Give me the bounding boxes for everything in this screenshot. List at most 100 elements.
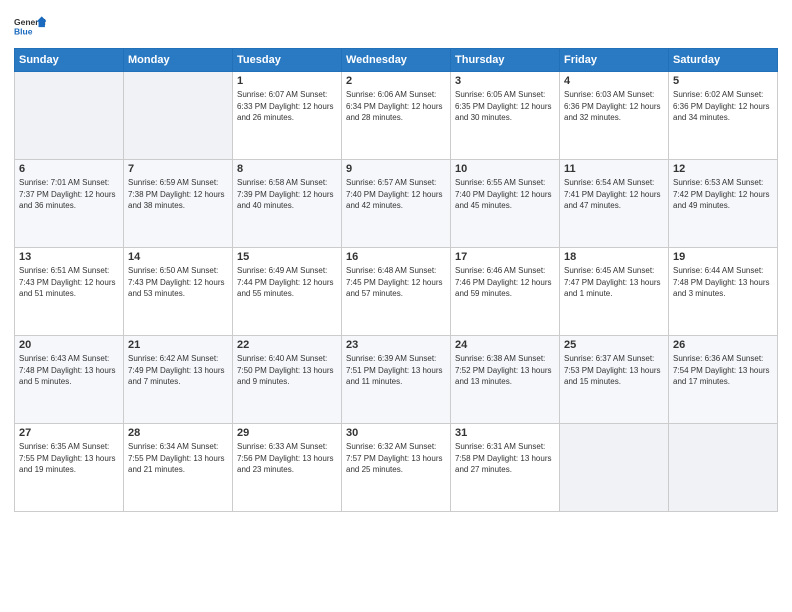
day-header-wednesday: Wednesday [342, 49, 451, 72]
calendar-cell: 15 Sunrise: 6:49 AM Sunset: 7:44 PM Dayli… [233, 248, 342, 336]
logo-svg: General Blue [14, 10, 46, 42]
cell-content: Sunrise: 6:42 AM Sunset: 7:49 PM Dayligh… [128, 353, 228, 388]
cell-content: Sunrise: 6:34 AM Sunset: 7:55 PM Dayligh… [128, 441, 228, 476]
cell-content: Sunrise: 6:37 AM Sunset: 7:53 PM Dayligh… [564, 353, 664, 388]
day-number: 30 [346, 427, 446, 439]
calendar-cell [15, 72, 124, 160]
calendar-cell: 3 Sunrise: 6:05 AM Sunset: 6:35 PM Daylig… [451, 72, 560, 160]
cell-content: Sunrise: 6:55 AM Sunset: 7:40 PM Dayligh… [455, 177, 555, 212]
calendar-cell: 12 Sunrise: 6:53 AM Sunset: 7:42 PM Dayli… [669, 160, 778, 248]
cell-content: Sunrise: 6:06 AM Sunset: 6:34 PM Dayligh… [346, 89, 446, 124]
day-header-saturday: Saturday [669, 49, 778, 72]
calendar-cell: 7 Sunrise: 6:59 AM Sunset: 7:38 PM Daylig… [124, 160, 233, 248]
calendar-cell: 25 Sunrise: 6:37 AM Sunset: 7:53 PM Dayli… [560, 336, 669, 424]
calendar-cell: 21 Sunrise: 6:42 AM Sunset: 7:49 PM Dayli… [124, 336, 233, 424]
calendar-cell: 29 Sunrise: 6:33 AM Sunset: 7:56 PM Dayli… [233, 424, 342, 512]
cell-content: Sunrise: 6:31 AM Sunset: 7:58 PM Dayligh… [455, 441, 555, 476]
day-number: 12 [673, 163, 773, 175]
calendar-week-4: 20 Sunrise: 6:43 AM Sunset: 7:48 PM Dayli… [15, 336, 778, 424]
calendar-cell: 16Sunrise: 6:48 AM Sunset: 7:45 PM Dayli… [342, 248, 451, 336]
calendar-cell: 2 Sunrise: 6:06 AM Sunset: 6:34 PM Daylig… [342, 72, 451, 160]
calendar-cell: 5 Sunrise: 6:02 AM Sunset: 6:36 PM Daylig… [669, 72, 778, 160]
day-number: 2 [346, 75, 446, 87]
cell-content: Sunrise: 6:49 AM Sunset: 7:44 PM Dayligh… [237, 265, 337, 300]
cell-content: Sunrise: 6:54 AM Sunset: 7:41 PM Dayligh… [564, 177, 664, 212]
calendar-cell [669, 424, 778, 512]
day-number: 17 [455, 251, 555, 263]
calendar-cell: 11 Sunrise: 6:54 AM Sunset: 7:41 PM Dayli… [560, 160, 669, 248]
day-header-sunday: Sunday [15, 49, 124, 72]
cell-content: Sunrise: 6:33 AM Sunset: 7:56 PM Dayligh… [237, 441, 337, 476]
day-number: 18 [564, 251, 664, 263]
cell-content: Sunrise: 6:45 AM Sunset: 7:47 PM Dayligh… [564, 265, 664, 300]
day-number: 16 [346, 251, 446, 263]
cell-content: Sunrise: 6:39 AM Sunset: 7:51 PM Dayligh… [346, 353, 446, 388]
calendar-cell: 4Sunrise: 6:03 AM Sunset: 6:36 PM Daylig… [560, 72, 669, 160]
cell-content: Sunrise: 6:05 AM Sunset: 6:35 PM Dayligh… [455, 89, 555, 124]
calendar-cell: 17 Sunrise: 6:46 AM Sunset: 7:46 PM Dayli… [451, 248, 560, 336]
cell-content: Sunrise: 6:32 AM Sunset: 7:57 PM Dayligh… [346, 441, 446, 476]
header: General Blue [14, 10, 778, 42]
day-header-friday: Friday [560, 49, 669, 72]
day-number: 20 [19, 339, 119, 351]
day-number: 7 [128, 163, 228, 175]
calendar-week-5: 27Sunrise: 6:35 AM Sunset: 7:55 PM Dayli… [15, 424, 778, 512]
day-number: 24 [455, 339, 555, 351]
day-number: 25 [564, 339, 664, 351]
day-header-monday: Monday [124, 49, 233, 72]
day-number: 5 [673, 75, 773, 87]
day-number: 15 [237, 251, 337, 263]
day-number: 29 [237, 427, 337, 439]
day-number: 14 [128, 251, 228, 263]
logo: General Blue [14, 10, 46, 42]
svg-text:Blue: Blue [14, 27, 33, 37]
cell-content: Sunrise: 6:44 AM Sunset: 7:48 PM Dayligh… [673, 265, 773, 300]
calendar-cell: 14 Sunrise: 6:50 AM Sunset: 7:43 PM Dayli… [124, 248, 233, 336]
calendar-cell: 6Sunrise: 7:01 AM Sunset: 7:37 PM Daylig… [15, 160, 124, 248]
cell-content: Sunrise: 6:57 AM Sunset: 7:40 PM Dayligh… [346, 177, 446, 212]
cell-content: Sunrise: 6:53 AM Sunset: 7:42 PM Dayligh… [673, 177, 773, 212]
calendar-cell: 20 Sunrise: 6:43 AM Sunset: 7:48 PM Dayli… [15, 336, 124, 424]
calendar-cell: 19 Sunrise: 6:44 AM Sunset: 7:48 PM Dayli… [669, 248, 778, 336]
cell-content: Sunrise: 6:46 AM Sunset: 7:46 PM Dayligh… [455, 265, 555, 300]
day-number: 3 [455, 75, 555, 87]
day-number: 11 [564, 163, 664, 175]
calendar-cell: 9Sunrise: 6:57 AM Sunset: 7:40 PM Daylig… [342, 160, 451, 248]
day-number: 8 [237, 163, 337, 175]
day-header-tuesday: Tuesday [233, 49, 342, 72]
cell-content: Sunrise: 6:51 AM Sunset: 7:43 PM Dayligh… [19, 265, 119, 300]
day-number: 21 [128, 339, 228, 351]
calendar-cell: 27Sunrise: 6:35 AM Sunset: 7:55 PM Dayli… [15, 424, 124, 512]
calendar-cell: 24 Sunrise: 6:38 AM Sunset: 7:52 PM Dayli… [451, 336, 560, 424]
day-number: 28 [128, 427, 228, 439]
calendar-cell: 26Sunrise: 6:36 AM Sunset: 7:54 PM Dayli… [669, 336, 778, 424]
cell-content: Sunrise: 6:03 AM Sunset: 6:36 PM Dayligh… [564, 89, 664, 124]
calendar-cell: 1Sunrise: 6:07 AM Sunset: 6:33 PM Daylig… [233, 72, 342, 160]
page: General Blue SundayMondayTuesdayWednesda… [0, 0, 792, 612]
day-number: 31 [455, 427, 555, 439]
cell-content: Sunrise: 6:36 AM Sunset: 7:54 PM Dayligh… [673, 353, 773, 388]
calendar: SundayMondayTuesdayWednesdayThursdayFrid… [14, 48, 778, 512]
calendar-body: 1Sunrise: 6:07 AM Sunset: 6:33 PM Daylig… [15, 72, 778, 512]
cell-content: Sunrise: 6:50 AM Sunset: 7:43 PM Dayligh… [128, 265, 228, 300]
day-number: 23 [346, 339, 446, 351]
calendar-cell: 10Sunrise: 6:55 AM Sunset: 7:40 PM Dayli… [451, 160, 560, 248]
calendar-cell: 30 Sunrise: 6:32 AM Sunset: 7:57 PM Dayli… [342, 424, 451, 512]
cell-content: Sunrise: 6:40 AM Sunset: 7:50 PM Dayligh… [237, 353, 337, 388]
calendar-cell: 31 Sunrise: 6:31 AM Sunset: 7:58 PM Dayli… [451, 424, 560, 512]
cell-content: Sunrise: 6:43 AM Sunset: 7:48 PM Dayligh… [19, 353, 119, 388]
cell-content: Sunrise: 6:58 AM Sunset: 7:39 PM Dayligh… [237, 177, 337, 212]
day-number: 13 [19, 251, 119, 263]
calendar-cell: 28 Sunrise: 6:34 AM Sunset: 7:55 PM Dayli… [124, 424, 233, 512]
day-header-thursday: Thursday [451, 49, 560, 72]
cell-content: Sunrise: 6:35 AM Sunset: 7:55 PM Dayligh… [19, 441, 119, 476]
cell-content: Sunrise: 6:38 AM Sunset: 7:52 PM Dayligh… [455, 353, 555, 388]
calendar-week-3: 13 Sunrise: 6:51 AM Sunset: 7:43 PM Dayli… [15, 248, 778, 336]
cell-content: Sunrise: 6:59 AM Sunset: 7:38 PM Dayligh… [128, 177, 228, 212]
calendar-cell [124, 72, 233, 160]
day-number: 19 [673, 251, 773, 263]
calendar-cell [560, 424, 669, 512]
calendar-cell: 18 Sunrise: 6:45 AM Sunset: 7:47 PM Dayli… [560, 248, 669, 336]
cell-content: Sunrise: 6:02 AM Sunset: 6:36 PM Dayligh… [673, 89, 773, 124]
cell-content: Sunrise: 7:01 AM Sunset: 7:37 PM Dayligh… [19, 177, 119, 212]
